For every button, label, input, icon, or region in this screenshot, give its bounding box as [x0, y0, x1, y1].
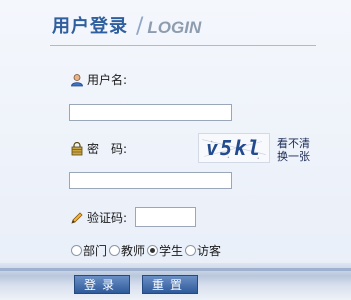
pencil-icon	[70, 211, 84, 225]
role-option-guest[interactable]: 访客	[185, 242, 221, 259]
role-label: 部门	[83, 244, 108, 258]
verify-code-input[interactable]	[135, 207, 196, 227]
role-label: 学生	[159, 244, 184, 258]
lock-icon	[70, 141, 84, 156]
login-heading: 用户登录 / LOGIN	[52, 12, 201, 38]
captcha-refresh-line1: 看不清	[277, 137, 310, 150]
reset-button[interactable]: 重置	[142, 275, 198, 294]
page-subtitle: LOGIN	[147, 18, 202, 37]
login-page: 用户登录 / LOGIN 用户名: 密 码: v5kl 看不清 换一张 验证码:…	[0, 0, 351, 300]
user-icon	[70, 73, 84, 87]
username-input[interactable]	[69, 104, 232, 121]
captcha-text: v5kl	[205, 136, 263, 160]
role-option-department[interactable]: 部门	[71, 242, 107, 259]
password-label-row: 密 码:	[70, 140, 127, 157]
verify-label-row: 验证码:	[70, 209, 127, 226]
radio-dot[interactable]	[185, 245, 197, 256]
title-separator: /	[136, 14, 144, 39]
captcha-refresh-line2: 换一张	[277, 150, 310, 163]
role-selector: 部门 教师 学生 访客	[71, 242, 223, 259]
role-option-teacher[interactable]: 教师	[109, 242, 145, 259]
username-label: 用户名:	[87, 73, 128, 87]
header-divider	[50, 45, 316, 46]
role-option-student[interactable]: 学生	[147, 242, 183, 259]
footer-divider	[0, 268, 351, 271]
captcha-image: v5kl	[198, 133, 270, 163]
role-label: 教师	[121, 244, 146, 258]
login-button[interactable]: 登录	[74, 275, 130, 294]
page-title: 用户登录	[52, 16, 128, 37]
password-label: 密 码:	[87, 142, 128, 156]
password-input[interactable]	[69, 172, 232, 189]
radio-dot[interactable]	[71, 245, 82, 256]
radio-dot[interactable]	[109, 245, 121, 256]
captcha-refresh-link[interactable]: 看不清 换一张	[277, 137, 317, 163]
role-label: 访客	[197, 244, 222, 258]
username-label-row: 用户名:	[70, 71, 127, 88]
verify-label: 验证码:	[87, 211, 128, 225]
radio-dot-selected[interactable]	[147, 245, 159, 256]
